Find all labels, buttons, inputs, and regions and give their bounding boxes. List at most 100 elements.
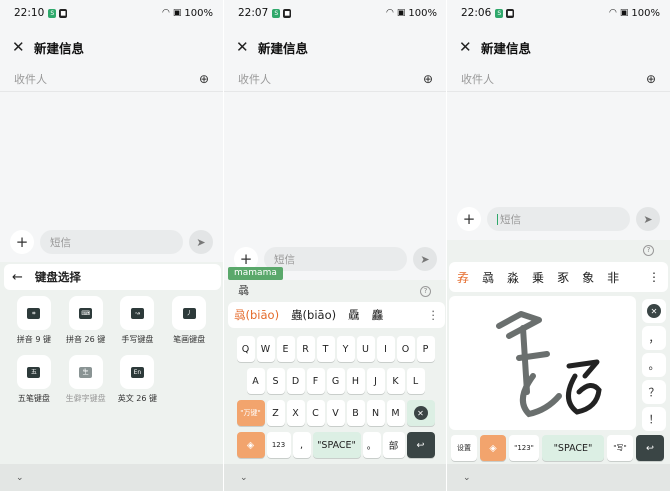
app-bar: ✕ 新建信息 <box>447 34 670 60</box>
navigation-bar: ⌄ <box>447 464 670 491</box>
wubi-icon: 五 <box>27 366 41 378</box>
key-g[interactable]: G <box>326 368 345 394</box>
punct-question-key[interactable]: ？ <box>642 380 666 404</box>
space-key[interactable]: "SPACE" <box>542 435 604 461</box>
message-input[interactable]: 短信 <box>264 247 407 271</box>
message-input[interactable]: 短信 <box>487 207 630 231</box>
key-f[interactable]: F <box>306 368 325 394</box>
back-arrow-icon[interactable]: ← <box>12 270 23 285</box>
candidate-item[interactable]: 象 <box>582 269 594 286</box>
keyboard-option-english26[interactable]: En 英文 26 键 <box>112 355 164 404</box>
more-candidates-icon[interactable]: ⋮ <box>428 308 440 322</box>
phone-screen-keyboard-select: 22:10 S ■ ◠ ▣ 100% ✕ 新建信息 收件人 ⊕ + 短信 ➤ ←… <box>0 0 223 491</box>
close-icon[interactable]: ✕ <box>12 38 34 56</box>
key-o[interactable]: O <box>396 336 415 362</box>
candidate-item[interactable]: 孨 <box>457 269 469 286</box>
attach-button[interactable]: + <box>457 207 481 231</box>
notification-icon: ■ <box>506 8 515 18</box>
write-mode-key[interactable]: "写" <box>607 435 633 461</box>
notification-icon: S <box>272 8 281 18</box>
key-m[interactable]: M <box>386 400 405 426</box>
key-y[interactable]: Y <box>336 336 355 362</box>
help-icon[interactable]: ? <box>420 286 431 297</box>
key-l[interactable]: L <box>406 368 425 394</box>
navigation-bar: ⌄ <box>0 464 223 491</box>
keyboard-option-rare[interactable]: 生生僻字键盘 <box>60 355 112 404</box>
recipient-field[interactable]: 收件人 ⊕ <box>0 66 223 92</box>
key-d[interactable]: D <box>286 368 305 394</box>
pinyin-hint: mamama <box>228 267 283 280</box>
key-p[interactable]: P <box>416 336 435 362</box>
comma-key[interactable]: , <box>292 432 311 458</box>
candidate-item[interactable]: 非 <box>607 269 619 286</box>
candidate-item[interactable]: 麤 <box>372 307 384 323</box>
key-e[interactable]: E <box>276 336 295 362</box>
key-x[interactable]: X <box>286 400 305 426</box>
add-contact-icon[interactable]: ⊕ <box>423 72 433 86</box>
candidate-item[interactable]: 骉(biāo) <box>234 307 279 323</box>
key-t[interactable]: T <box>316 336 335 362</box>
key-r[interactable]: R <box>296 336 315 362</box>
collapse-chevron-icon[interactable]: ⌄ <box>240 473 248 483</box>
close-icon[interactable]: ✕ <box>236 38 258 56</box>
send-button[interactable]: ➤ <box>189 230 213 254</box>
radical-key[interactable]: 部 <box>382 432 405 458</box>
key-u[interactable]: U <box>356 336 375 362</box>
candidate-item[interactable]: 蟲(biāo) <box>291 307 336 323</box>
numeric-key[interactable]: "123" <box>509 435 539 461</box>
add-contact-icon[interactable]: ⊕ <box>646 72 656 86</box>
help-icon[interactable]: ? <box>643 245 654 256</box>
collapse-chevron-icon[interactable]: ⌄ <box>463 473 471 483</box>
send-button[interactable]: ➤ <box>413 247 437 271</box>
close-icon[interactable]: ✕ <box>459 38 481 56</box>
settings-key[interactable]: 设置 <box>451 435 477 461</box>
enter-key[interactable]: ↩ <box>406 432 435 458</box>
candidate-item[interactable]: 豖 <box>557 269 569 286</box>
shift-key[interactable]: "万键" <box>236 400 265 426</box>
candidate-item[interactable]: 骉 <box>482 269 494 286</box>
enter-key[interactable]: ↩ <box>636 435 664 461</box>
candidate-item[interactable]: 乗 <box>532 269 544 286</box>
more-candidates-icon[interactable]: ⋮ <box>648 270 660 284</box>
send-button[interactable]: ➤ <box>636 207 660 231</box>
candidate-item[interactable]: 驫 <box>348 307 360 323</box>
add-contact-icon[interactable]: ⊕ <box>199 72 209 86</box>
phone-screen-pinyin-keyboard: 22:07 S ■ ◠ ▣ 100% ✕ 新建信息 收件人 ⊕ + 短信 ➤ 骉… <box>224 0 447 491</box>
numeric-key[interactable]: 123 <box>266 432 291 458</box>
key-i[interactable]: I <box>376 336 395 362</box>
keyboard-option-wubi[interactable]: 五五笔键盘 <box>8 355 60 404</box>
key-a[interactable]: A <box>246 368 265 394</box>
key-k[interactable]: K <box>386 368 405 394</box>
punct-period-key[interactable]: 。 <box>642 353 666 377</box>
keyboard-option-stroke[interactable]: 丿笔画键盘 <box>163 296 215 345</box>
attach-button[interactable]: + <box>10 230 34 254</box>
key-h[interactable]: H <box>346 368 365 394</box>
collapse-chevron-icon[interactable]: ⌄ <box>16 473 24 483</box>
recipient-field[interactable]: 收件人 ⊕ <box>224 66 447 92</box>
candidate-item[interactable]: 淼 <box>507 269 519 286</box>
handwriting-pad[interactable] <box>449 296 636 430</box>
switch-keyboard-key[interactable]: ◈ <box>480 435 506 461</box>
recipient-field[interactable]: 收件人 ⊕ <box>447 66 670 92</box>
message-input[interactable]: 短信 <box>40 230 183 254</box>
keyboard-option-pinyin9[interactable]: ⌗ 拼音 9 键 <box>8 296 60 345</box>
key-j[interactable]: J <box>366 368 385 394</box>
punct-exclamation-key[interactable]: ！ <box>642 407 666 431</box>
key-z[interactable]: Z <box>266 400 285 426</box>
keyboard-option-pinyin26[interactable]: ⌨ 拼音 26 键 <box>60 296 112 345</box>
key-v[interactable]: V <box>326 400 345 426</box>
page-title: 新建信息 <box>34 40 85 56</box>
key-w[interactable]: W <box>256 336 275 362</box>
handwriting-delete-key[interactable]: ✕ <box>642 299 666 323</box>
space-key[interactable]: "SPACE" <box>312 432 361 458</box>
key-b[interactable]: B <box>346 400 365 426</box>
key-s[interactable]: S <box>266 368 285 394</box>
delete-key[interactable]: ✕ <box>406 400 435 426</box>
keyboard-option-handwriting[interactable]: ↝ 手写键盘 <box>112 296 164 345</box>
key-q[interactable]: Q <box>236 336 255 362</box>
punct-comma-key[interactable]: ， <box>642 326 666 350</box>
key-c[interactable]: C <box>306 400 325 426</box>
period-key[interactable]: 。 <box>362 432 381 458</box>
key-n[interactable]: N <box>366 400 385 426</box>
switch-keyboard-key[interactable]: ◈ <box>236 432 265 458</box>
